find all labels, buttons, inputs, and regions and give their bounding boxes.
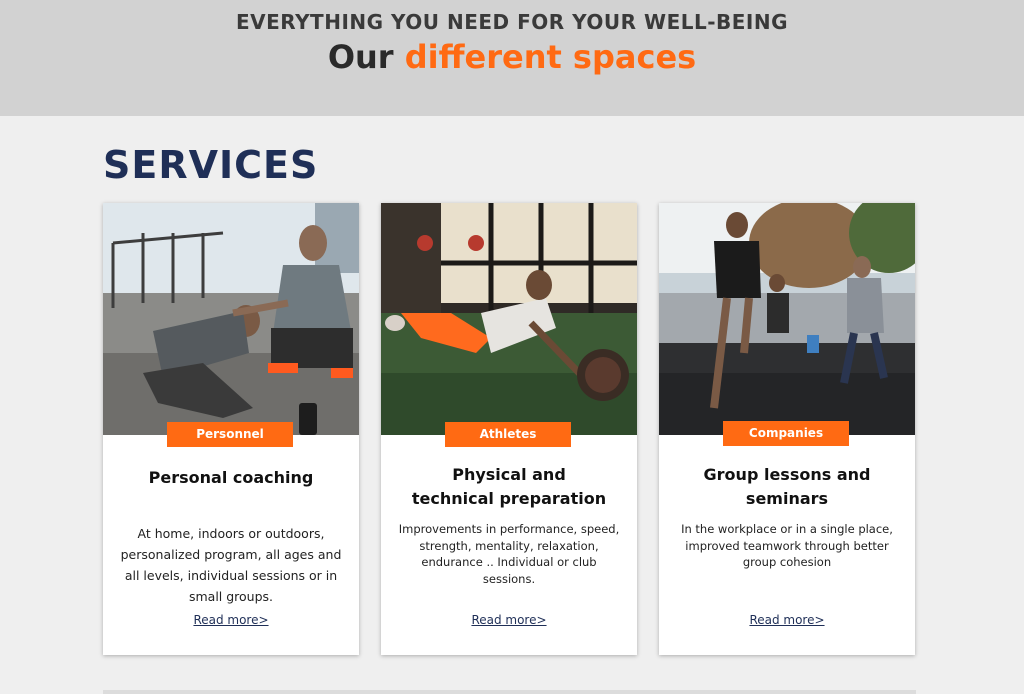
card-description: Improvements in performance, speed, stre… <box>398 522 620 586</box>
hero-banner: EVERYTHING YOU NEED FOR YOUR WELL-BEING … <box>0 0 1024 116</box>
hero-title-accent: different spaces <box>404 38 697 76</box>
read-more-link: Read more> <box>381 613 637 627</box>
read-more-text[interactable]: Read more> <box>749 613 824 627</box>
tag-athletes: Athletes <box>445 422 571 447</box>
read-more-text[interactable]: Read more> <box>471 613 546 627</box>
card-heading: Personal coaching <box>148 468 314 487</box>
service-card-physical-preparation: Athletes Physical and technical preparat… <box>381 203 637 655</box>
next-section-edge <box>103 690 916 694</box>
hero-title: Our different spaces <box>0 38 1024 76</box>
card-heading: Group lessons and seminars <box>703 465 871 508</box>
hero-title-lead: Our <box>327 38 394 76</box>
tag-personnel: Personnel <box>167 422 293 447</box>
hero-eyebrow: EVERYTHING YOU NEED FOR YOUR WELL-BEING <box>235 10 789 34</box>
read-more-link: Read more> <box>103 613 359 627</box>
services-title: SERVICES <box>103 143 319 187</box>
card-description: At home, indoors or outdoors, personaliz… <box>120 526 342 604</box>
athlete-training-photo <box>381 203 637 435</box>
card-description: In the workplace or in a single place, i… <box>681 522 893 569</box>
group-running-photo <box>659 203 915 435</box>
read-more-text[interactable]: Read more> <box>193 613 268 627</box>
read-more-link: Read more> <box>659 613 915 627</box>
card-heading: Physical and technical preparation <box>411 465 607 508</box>
tag-companies: Companies <box>723 421 849 446</box>
personal-coaching-photo <box>103 203 359 435</box>
service-card-personal-coaching: Personnel Personal coaching At home, ind… <box>103 203 359 655</box>
service-card-group-lessons: Companies Group lessons and seminars In … <box>659 203 915 655</box>
